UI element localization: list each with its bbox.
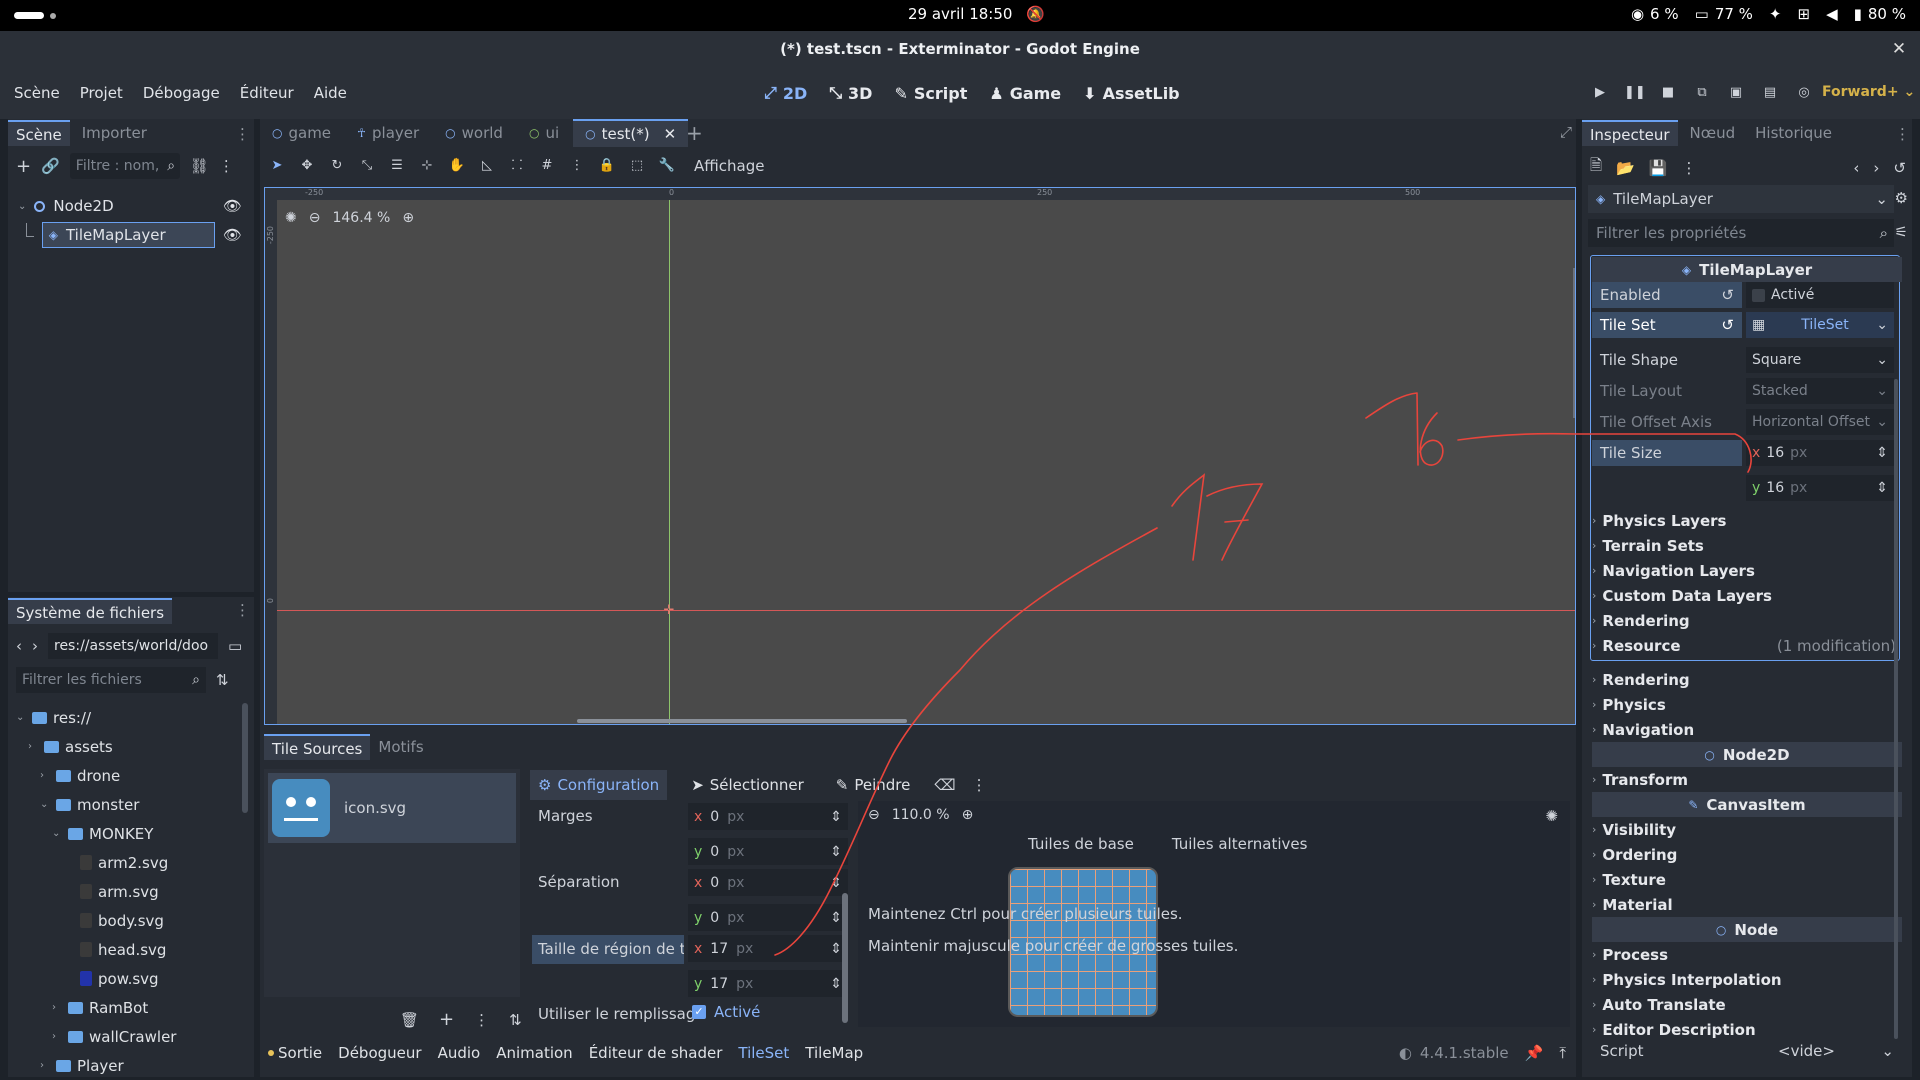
annotation-digit-6 [1419,412,1444,466]
handwritten-annotations [774,392,1752,956]
annotation-arrow-16 [1457,432,1752,473]
annotation-digit-7 [1206,483,1264,561]
annotation-digit-1b [1171,473,1206,561]
annotation-arrow-17 [774,527,1158,956]
annotation-digit-1a [1365,392,1419,466]
